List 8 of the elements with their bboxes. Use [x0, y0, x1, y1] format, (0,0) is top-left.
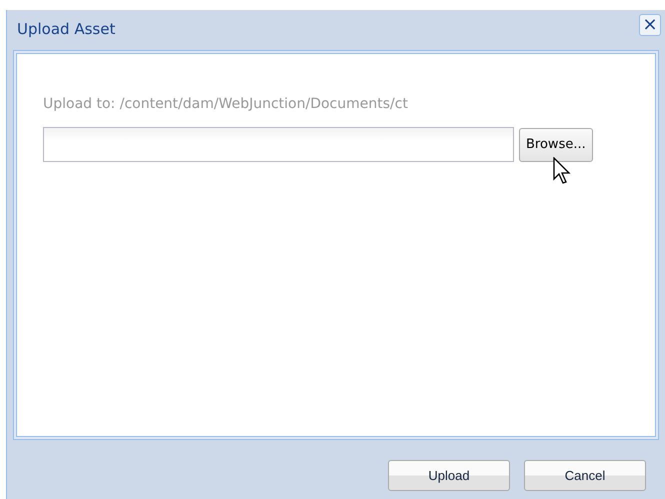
- upload-button[interactable]: Upload: [388, 460, 510, 491]
- upload-path-label: Upload to: /content/dam/WebJunction/Documents/ct: [43, 95, 409, 114]
- browse-button[interactable]: Browse...: [519, 128, 593, 162]
- close-button[interactable]: ×: [639, 14, 661, 36]
- cancel-button[interactable]: Cancel: [524, 460, 646, 491]
- cursor-icon: [553, 157, 573, 185]
- window-title: Upload Asset: [17, 18, 116, 40]
- file-field[interactable]: [43, 127, 514, 162]
